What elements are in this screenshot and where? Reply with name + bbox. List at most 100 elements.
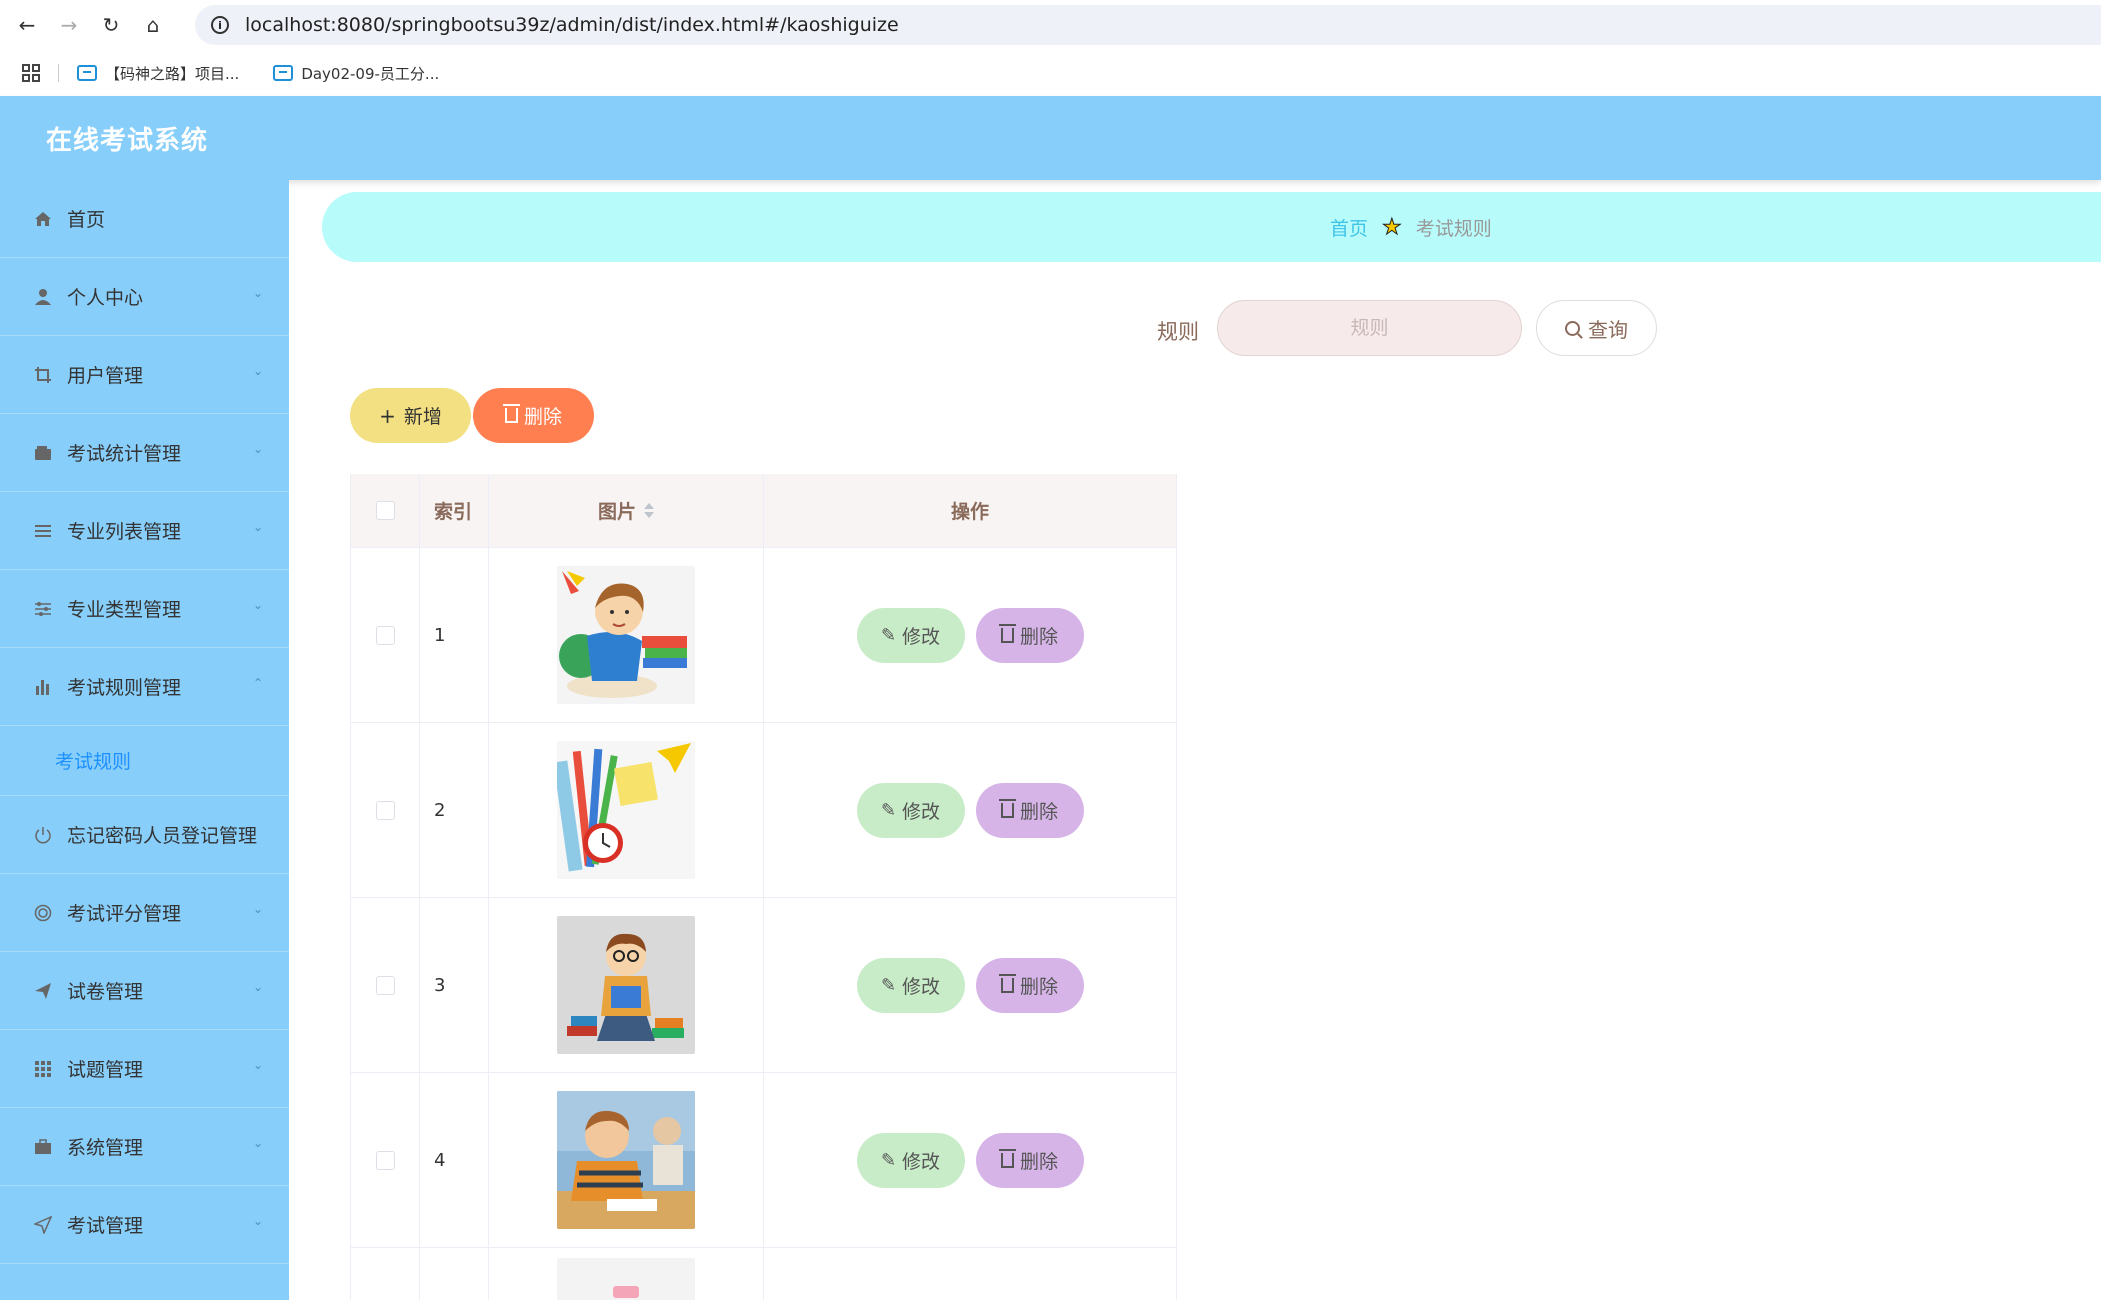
sidebar-item-exam-rules[interactable]: 考试规则管理 ⌃ [0, 648, 289, 726]
chevron-up-icon: ⌃ [252, 676, 263, 690]
batch-delete-button[interactable]: 删除 [473, 388, 594, 443]
edit-button[interactable]: ✎ 修改 [856, 957, 965, 1013]
rule-image [557, 566, 695, 704]
edit-icon: ✎ [880, 1149, 897, 1171]
sidebar-item-papers[interactable]: 试卷管理 ⌄ [0, 952, 289, 1030]
sidebar-item-exam-stats[interactable]: 考试统计管理 ⌄ [0, 414, 289, 492]
header-image[interactable]: 图片 [489, 474, 764, 547]
add-button[interactable]: + 新增 [350, 388, 471, 443]
select-all-checkbox[interactable] [375, 501, 395, 520]
bar-chart-icon [33, 677, 53, 697]
table-row: 1 ✎ 修改 删除 [351, 548, 1176, 723]
delete-button[interactable]: 删除 [975, 782, 1084, 838]
row-index: 1 [420, 548, 489, 722]
edit-button[interactable]: ✎ 修改 [856, 607, 965, 663]
back-icon[interactable]: ← [12, 10, 42, 40]
bilibili-icon [77, 65, 97, 81]
chevron-down-icon: ⌄ [252, 364, 263, 378]
edit-icon: ✎ [880, 974, 897, 996]
edit-button-label: 修改 [902, 975, 941, 998]
sidebar-item-exam-score[interactable]: 考试评分管理 ⌄ [0, 874, 289, 952]
site-info-icon[interactable]: i [211, 16, 229, 34]
edit-button-label: 修改 [902, 800, 941, 823]
sidebar-item-exams[interactable]: 考试管理 ⌄ [0, 1186, 289, 1264]
sidebar-item-major-list[interactable]: 专业列表管理 ⌄ [0, 492, 289, 570]
row-image-cell [489, 1248, 764, 1300]
row-index: 4 [420, 1073, 489, 1247]
home-page-icon[interactable]: ⌂ [138, 10, 168, 40]
search-button-label: 查询 [1588, 317, 1628, 342]
star-icon: ★ [1382, 214, 1403, 240]
chevron-down-icon: ⌄ [252, 286, 263, 300]
plus-icon: + [379, 403, 396, 428]
rule-image [557, 741, 695, 879]
rule-image [557, 1091, 695, 1229]
sidebar-item-label: 考试评分管理 [67, 903, 182, 925]
grid-icon [33, 1059, 53, 1079]
chevron-down-icon: ⌄ [252, 1214, 263, 1228]
delete-button[interactable]: 删除 [975, 607, 1084, 663]
delete-button[interactable]: 删除 [975, 1132, 1084, 1188]
delete-button-label: 删除 [1019, 975, 1058, 998]
delete-button-label: 删除 [1019, 1150, 1058, 1173]
row-checkbox[interactable] [375, 625, 395, 645]
row-check-cell [351, 1248, 420, 1300]
row-index: 3 [420, 898, 489, 1072]
row-check-cell [351, 1073, 420, 1247]
row-checkbox[interactable] [375, 975, 395, 995]
chevron-down-icon: ⌄ [252, 442, 263, 456]
browser-toolbar: ← → ↻ ⌂ i localhost:8080/springbootsu39z… [0, 0, 2101, 50]
edit-button[interactable]: ✎ 修改 [856, 1132, 965, 1188]
edit-button[interactable]: ✎ 修改 [856, 782, 965, 838]
sidebar-item-questions[interactable]: 试题管理 ⌄ [0, 1030, 289, 1108]
sidebar-item-system[interactable]: 系统管理 ⌄ [0, 1108, 289, 1186]
sidebar: 首页 个人中心 ⌄ 用户管理 ⌄ 考试统计管理 ⌄ 专业列表管理 ⌄ 专业类型管… [0, 180, 289, 1300]
chevron-down-icon: ⌄ [252, 1058, 263, 1072]
briefcase-icon [33, 1137, 53, 1157]
sidebar-item-users[interactable]: 用户管理 ⌄ [0, 336, 289, 414]
row-actions-cell: ✎ 修改 删除 [764, 548, 1176, 722]
apps-grid-icon[interactable] [22, 64, 40, 82]
sidebar-item-label: 考试规则管理 [67, 677, 182, 699]
search-input[interactable] [1217, 300, 1522, 356]
target-icon [33, 903, 53, 923]
sidebar-item-label: 试题管理 [67, 1059, 144, 1081]
address-bar[interactable]: i localhost:8080/springbootsu39z/admin/d… [195, 5, 2101, 45]
breadcrumb-home[interactable]: 首页 [1330, 214, 1368, 241]
table-row: 2 ✎ 修改 删除 [351, 723, 1176, 898]
edit-icon: ✎ [880, 624, 897, 646]
search-button[interactable]: 查询 [1536, 300, 1657, 356]
search-form: 规则 查询 [322, 298, 2101, 356]
row-checkbox[interactable] [375, 1150, 395, 1170]
sidebar-item-home[interactable]: 首页 [0, 180, 289, 258]
rules-table: 索引 图片 操作 1 ✎ 修改 删除 2 ✎ 修改 删除 3 ✎ 修改 删除 4… [350, 474, 1177, 1300]
sidebar-item-major-type[interactable]: 专业类型管理 ⌄ [0, 570, 289, 648]
sidebar-subitem-exam-rule[interactable]: 考试规则 [0, 726, 289, 796]
row-index: 2 [420, 723, 489, 897]
bookmark-item[interactable]: 【码神之路】项目... [77, 63, 239, 84]
app-title: 在线考试系统 [46, 126, 209, 156]
table-row: 3 ✎ 修改 删除 [351, 898, 1176, 1073]
sidebar-item-label: 考试统计管理 [67, 443, 182, 465]
paper-plane-icon [33, 981, 53, 1001]
sidebar-item-label: 试卷管理 [67, 981, 144, 1003]
breadcrumb-current: 考试规则 [1415, 217, 1492, 240]
sidebar-item-label: 个人中心 [67, 287, 144, 309]
search-label: 规则 [1157, 320, 1199, 344]
delete-button[interactable]: 删除 [975, 957, 1084, 1013]
sidebar-item-label: 用户管理 [67, 365, 144, 387]
chevron-down-icon: ⌄ [252, 1136, 263, 1150]
forward-icon[interactable]: → [54, 10, 84, 40]
row-checkbox[interactable] [375, 800, 395, 820]
reload-icon[interactable]: ↻ [96, 10, 126, 40]
delete-button-label: 删除 [1019, 625, 1058, 648]
bookmark-item[interactable]: Day02-09-员工分... [273, 63, 439, 84]
sidebar-item-profile[interactable]: 个人中心 ⌄ [0, 258, 289, 336]
row-actions-cell [764, 1248, 1176, 1300]
sidebar-item-forgot-password[interactable]: 忘记密码人员登记管理 [0, 796, 289, 874]
sidebar-item-label: 考试规则 [55, 751, 132, 773]
sort-icon[interactable] [644, 503, 654, 518]
chevron-down-icon: ⌄ [252, 598, 263, 612]
search-icon [1565, 320, 1580, 336]
row-index [420, 1248, 489, 1300]
